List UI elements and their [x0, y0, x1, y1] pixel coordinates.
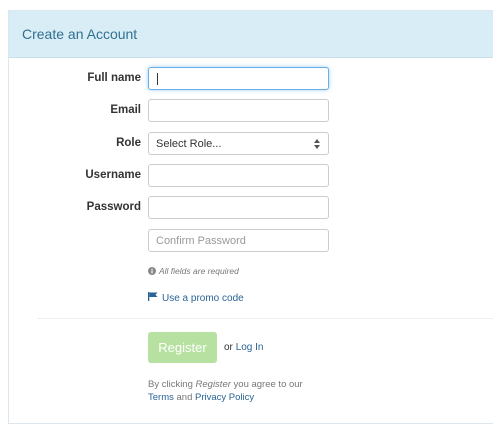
terms-link[interactable]: Terms	[148, 392, 174, 403]
email-row: Email	[9, 99, 493, 123]
terms-middle: you agree to our	[233, 379, 303, 390]
terms-prefix: By clicking	[148, 379, 193, 390]
terms-notice: By clicking Register you agree to our Te…	[148, 378, 368, 404]
full-name-label: Full name	[87, 72, 141, 84]
confirm-password-field[interactable]	[148, 229, 329, 252]
or-login: or Log In	[224, 342, 264, 353]
username-field[interactable]	[148, 164, 329, 187]
role-label: Role	[116, 137, 141, 149]
role-row: Role Select Role...	[9, 132, 493, 156]
role-select-value: Select Role...	[156, 137, 222, 150]
email-label: Email	[110, 104, 141, 116]
register-button[interactable]: Register	[148, 332, 217, 363]
username-row: Username	[9, 164, 493, 188]
required-help: All fields are required	[148, 266, 239, 276]
password-label: Password	[86, 201, 141, 213]
full-name-field[interactable]	[148, 67, 329, 90]
password-row: Password	[9, 196, 493, 220]
full-name-row: Full name	[9, 67, 493, 91]
login-link[interactable]: Log In	[236, 342, 264, 353]
info-circle-icon	[148, 267, 156, 275]
email-field[interactable]	[148, 99, 329, 122]
required-help-text: All fields are required	[159, 266, 239, 276]
role-select[interactable]: Select Role...	[148, 132, 329, 155]
sort-arrows-icon	[313, 138, 321, 149]
form-divider	[37, 318, 493, 319]
promo-code-label: Use a promo code	[162, 292, 244, 304]
panel-title: Create an Account	[22, 26, 138, 42]
confirm-password-row	[9, 229, 493, 253]
or-text: or	[224, 342, 233, 353]
text-caret	[157, 73, 158, 85]
promo-code-link[interactable]: Use a promo code	[148, 292, 244, 304]
terms-and: and	[176, 392, 193, 403]
password-field[interactable]	[148, 196, 329, 219]
panel-heading: Create an Account	[9, 11, 493, 58]
username-label: Username	[85, 169, 141, 181]
privacy-policy-link[interactable]: Privacy Policy	[195, 392, 254, 403]
terms-register-word: Register	[195, 379, 231, 390]
flag-icon	[148, 292, 158, 304]
create-account-panel: Create an Account Full name Email Role S…	[8, 10, 493, 424]
